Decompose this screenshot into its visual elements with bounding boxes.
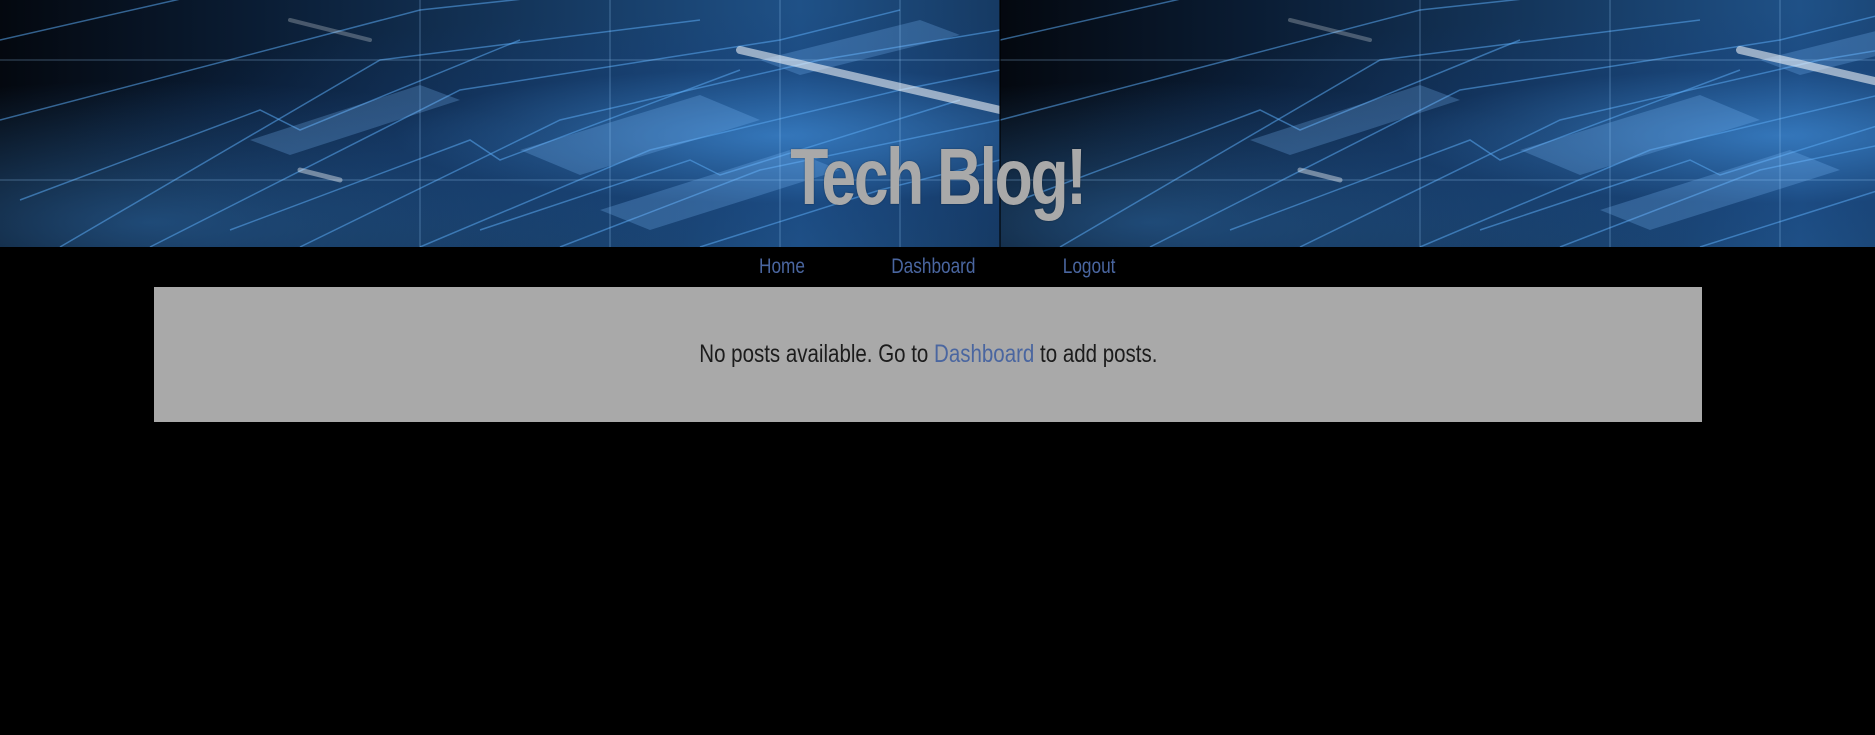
nav-link-dashboard[interactable]: Dashboard xyxy=(891,255,975,279)
nav-link-logout[interactable]: Logout xyxy=(1063,255,1116,279)
site-header: Tech Blog! xyxy=(0,0,1875,247)
empty-posts-message: No posts available. Go to Dashboard to a… xyxy=(699,340,1157,369)
dashboard-link[interactable]: Dashboard xyxy=(934,340,1034,368)
site-title: Tech Blog! xyxy=(790,131,1087,221)
empty-message-suffix: to add posts. xyxy=(1033,340,1158,368)
empty-message-prefix: No posts available. Go to xyxy=(698,340,934,368)
main-nav: Home Dashboard Logout xyxy=(0,247,1875,287)
nav-link-home[interactable]: Home xyxy=(759,255,805,279)
posts-container: No posts available. Go to Dashboard to a… xyxy=(154,287,1702,422)
page: Tech Blog! Home Dashboard Logout No post… xyxy=(0,0,1875,735)
